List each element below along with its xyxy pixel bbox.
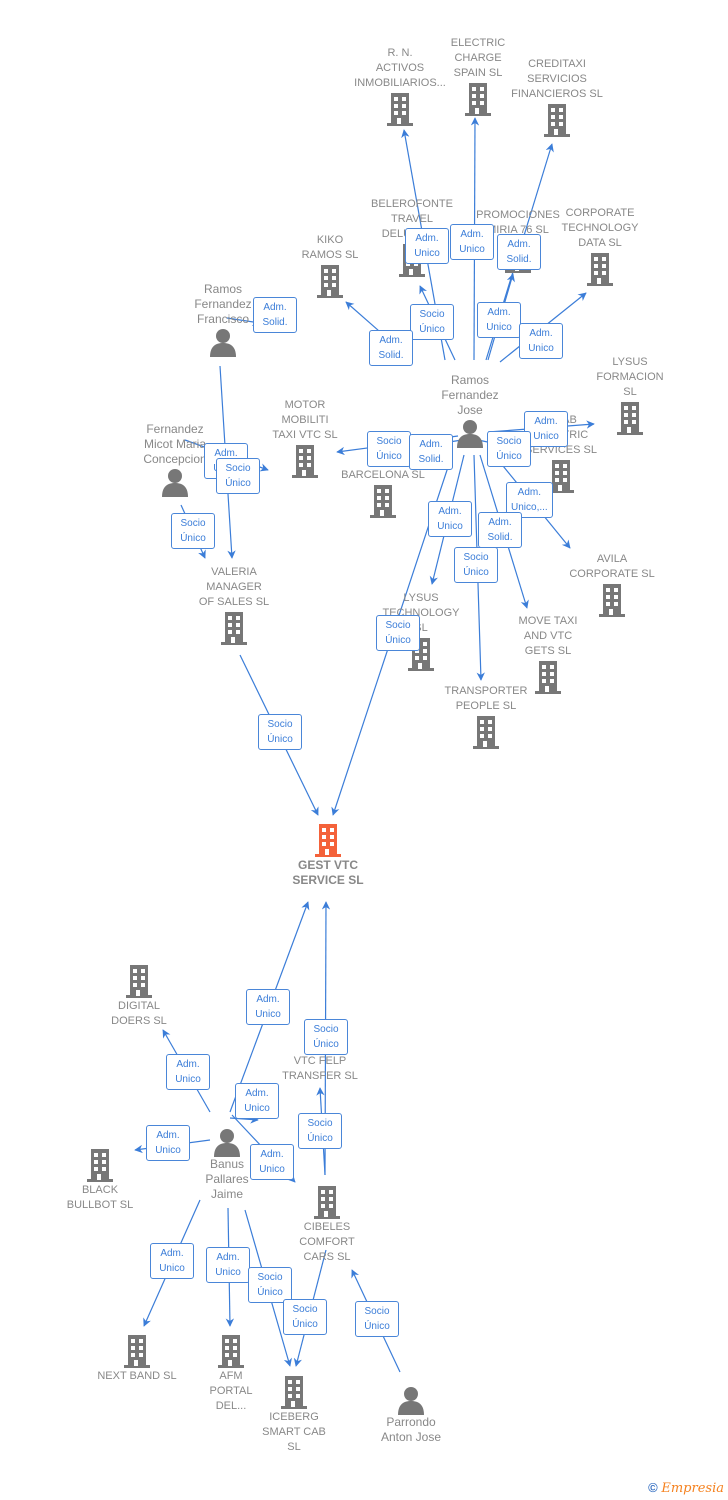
relation-badge[interactable]: Adm. Solid.: [497, 234, 541, 270]
building-icon: [79, 963, 199, 999]
relation-badge[interactable]: Adm. Solid.: [478, 512, 522, 548]
relation-badge[interactable]: Adm. Solid.: [253, 297, 297, 333]
node-label: MOTOR MOBILITI TAXI VTC SL: [272, 399, 338, 441]
relation-badge[interactable]: Adm. Unico: [428, 501, 472, 537]
building-icon: [267, 1184, 387, 1220]
node-label: CORPORATE TECHNOLOGY DATA SL: [561, 207, 639, 249]
relation-badge[interactable]: Adm. Unico: [477, 302, 521, 338]
building-icon: [171, 1333, 291, 1369]
relation-badge[interactable]: Socio Único: [367, 431, 411, 467]
copyright-icon: ©: [648, 1480, 658, 1495]
node-label: VALERIA MANAGER OF SALES SL: [198, 566, 270, 608]
relation-badge[interactable]: Adm. Unico: [166, 1054, 210, 1090]
node-label: DIGITAL DOERS SL: [111, 1000, 167, 1027]
company-node[interactable]: CIBELES COMFORT CARS SL: [267, 1184, 387, 1265]
relation-badge[interactable]: Socio Único: [376, 615, 420, 651]
node-label: Parrondo Anton Jose: [380, 1415, 442, 1444]
relation-badge[interactable]: Socio Único: [298, 1113, 342, 1149]
relation-badge[interactable]: Socio Único: [171, 513, 215, 549]
company-node[interactable]: ICEBERG SMART CAB SL: [234, 1374, 354, 1455]
relation-badge[interactable]: Socio Único: [487, 431, 531, 467]
building-icon: [234, 1374, 354, 1410]
building-icon: [270, 263, 390, 299]
node-label: MOVE TAXI AND VTC GETS SL: [518, 615, 578, 657]
relation-badge[interactable]: Adm. Unico: [519, 323, 563, 359]
relation-badge[interactable]: Adm. Solid.: [369, 330, 413, 366]
building-icon: [40, 1147, 160, 1183]
node-label: ICEBERG SMART CAB SL: [262, 1411, 326, 1453]
node-label: KIKO RAMOS SL: [301, 234, 359, 261]
company-node[interactable]: TRANSPORTER PEOPLE SL: [426, 684, 546, 750]
node-label: AVILA CORPORATE SL: [569, 553, 655, 580]
company-node[interactable]: VALERIA MANAGER OF SALES SL: [174, 565, 294, 646]
footer-brand: © Empresia: [648, 1480, 724, 1496]
relation-badge[interactable]: Adm. Unico: [235, 1083, 279, 1119]
company-node[interactable]: BLACK BULLBOT SL: [40, 1147, 160, 1213]
relation-badge[interactable]: Adm. Unico: [206, 1247, 250, 1283]
company-node[interactable]: AVILA CORPORATE SL: [552, 552, 672, 618]
relation-badge[interactable]: Socio Único: [216, 458, 260, 494]
company-node[interactable]: CORPORATE TECHNOLOGY DATA SL: [540, 206, 660, 287]
node-label: LYSUS FORMACION SL: [596, 356, 664, 398]
relation-badge[interactable]: Adm. Unico: [246, 989, 290, 1025]
focus-company-node[interactable]: GEST VTC SERVICE SL: [268, 822, 388, 888]
building-icon: [268, 822, 388, 858]
relation-badge[interactable]: Socio Único: [454, 547, 498, 583]
node-label: BLACK BULLBOT SL: [66, 1184, 134, 1211]
relation-badge[interactable]: Socio Único: [258, 714, 302, 750]
person-icon: [351, 1385, 471, 1415]
relation-badge[interactable]: Socio Único: [410, 304, 454, 340]
node-label: TRANSPORTER PEOPLE SL: [444, 685, 528, 712]
company-node[interactable]: DIGITAL DOERS SL: [79, 963, 199, 1029]
relation-badge[interactable]: Socio Único: [304, 1019, 348, 1055]
person-node[interactable]: Parrondo Anton Jose: [351, 1385, 471, 1445]
relation-badge[interactable]: Adm. Unico: [450, 224, 494, 260]
company-node[interactable]: CREDITAXI SERVICIOS FINANCIEROS SL: [497, 57, 617, 138]
building-icon: [174, 610, 294, 646]
building-icon: [323, 483, 443, 519]
building-icon: [552, 582, 672, 618]
node-label: CIBELES COMFORT CARS SL: [299, 1221, 355, 1263]
building-icon: [540, 251, 660, 287]
relation-badge[interactable]: Socio Único: [283, 1299, 327, 1335]
node-label: VTC FELP TRANSFER SL: [282, 1055, 358, 1082]
node-label: GEST VTC SERVICE SL: [292, 858, 364, 887]
brand-logo: Empresia: [661, 1481, 724, 1496]
relation-badge[interactable]: Socio Único: [248, 1267, 292, 1303]
relation-badge[interactable]: Adm. Solid.: [409, 434, 453, 470]
relation-badge[interactable]: Adm. Unico: [250, 1144, 294, 1180]
node-label: Ramos Fernandez Jose: [441, 373, 499, 417]
relation-badge[interactable]: Adm. Unico: [146, 1125, 190, 1161]
node-label: CREDITAXI SERVICIOS FINANCIEROS SL: [511, 58, 603, 100]
company-node[interactable]: MOVE TAXI AND VTC GETS SL: [488, 614, 608, 695]
relation-badge[interactable]: Adm. Unico: [150, 1243, 194, 1279]
relation-badge[interactable]: Socio Único: [355, 1301, 399, 1337]
building-icon: [497, 102, 617, 138]
building-icon: [426, 714, 546, 750]
company-node[interactable]: KIKO RAMOS SL: [270, 233, 390, 299]
relation-badge[interactable]: Adm. Unico: [405, 228, 449, 264]
